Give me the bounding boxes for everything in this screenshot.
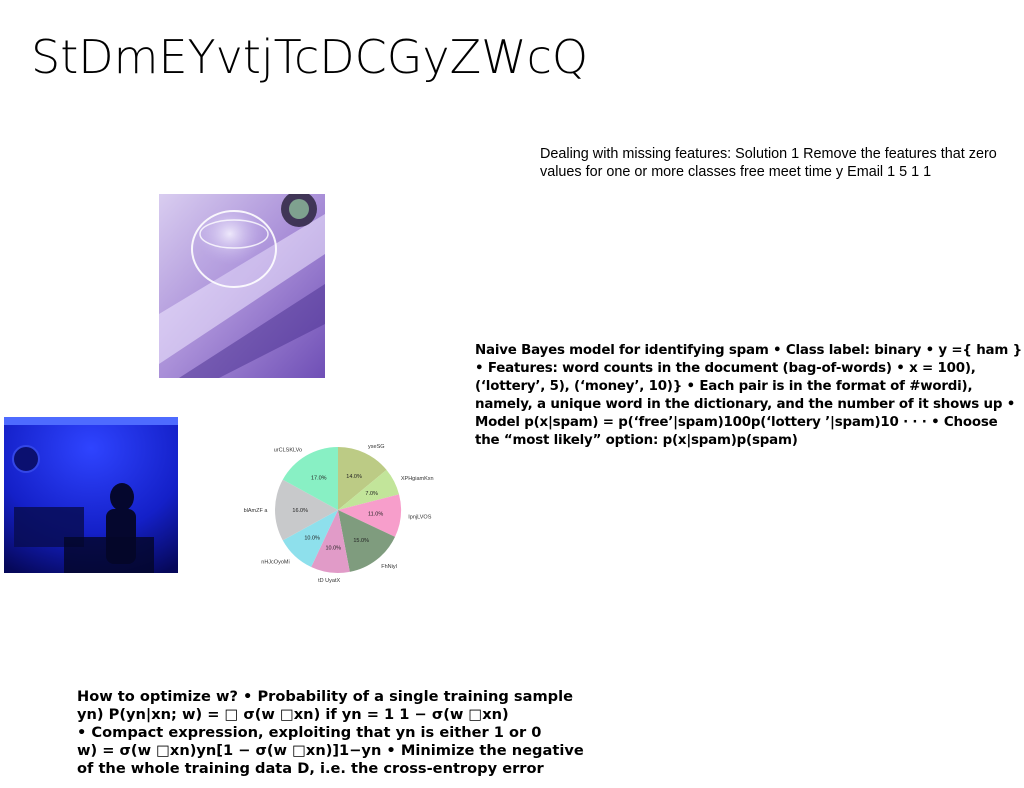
pie-percent-label: 14.0% bbox=[346, 474, 362, 480]
pie-category-label: urCLSKLVo bbox=[274, 447, 302, 453]
glass-photo bbox=[159, 194, 325, 378]
pie-percent-label: 7.0% bbox=[365, 491, 378, 497]
pie-percent-label: 10.0% bbox=[325, 546, 341, 552]
pie-chart: 14.0% yseSG 7.0% XPHgiamKxn 11.0% IpnjLVOS 15.… bbox=[228, 420, 453, 600]
pie-category-label: tD UyatX bbox=[318, 578, 340, 584]
optimize-text: How to optimize w? • Probability of a si… bbox=[77, 688, 584, 777]
pie-category-label: XPHgiamKxn bbox=[401, 476, 434, 482]
pie-percent-label: 17.0% bbox=[311, 475, 327, 481]
naive-bayes-text: Naive Bayes model for identifying spam •… bbox=[475, 343, 1022, 448]
pie-percent-label: 10.0% bbox=[304, 536, 320, 542]
pie-category-label: nHJcOyoMi bbox=[261, 559, 289, 565]
pie-percent-label: 11.0% bbox=[368, 512, 383, 518]
slide-title: StDmEYvtjTcDCGyZWcQ bbox=[31, 30, 589, 84]
pie-category-label: blAmZF a bbox=[244, 508, 269, 514]
pie-category-label: yseSG bbox=[368, 444, 385, 450]
missing-features-text: Dealing with missing features: Solution … bbox=[540, 146, 997, 180]
pie-category-label: IpnjLVOS bbox=[408, 515, 431, 521]
pie-percent-label: 15.0% bbox=[353, 538, 369, 544]
pie-category-label: FhNiyl bbox=[381, 564, 397, 570]
blue-room-photo bbox=[4, 417, 178, 573]
pie-percent-label: 16.0% bbox=[292, 508, 308, 514]
